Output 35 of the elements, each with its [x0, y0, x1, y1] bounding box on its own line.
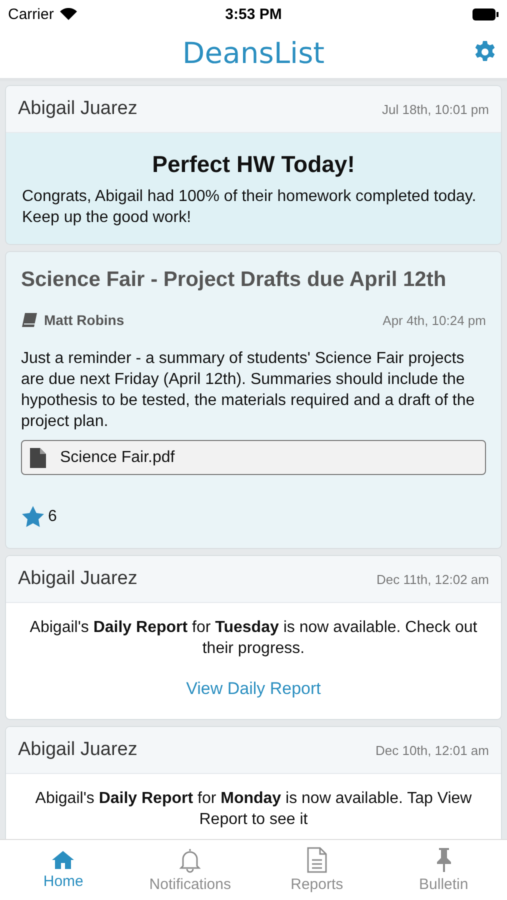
post-title: Science Fair - Project Drafts due April 12th — [21, 268, 448, 292]
settings-icon — [473, 40, 497, 64]
post-body: Just a reminder - a summary of students' Science Fair projects are due next Friday (April 12th). Summaries should include the hypothesis to be tested, the materials required and a draft of the project plan. — [21, 349, 476, 432]
student-name: Abigail Juarez — [18, 739, 138, 761]
tab-bar-item[interactable]: Bulletin — [380, 840, 507, 900]
settings-button[interactable] — [473, 40, 497, 64]
wifi-icon — [60, 8, 77, 20]
post-date: Dec 10th, 12:01 am — [376, 742, 489, 758]
star-icon[interactable] — [21, 505, 45, 528]
report-message: Abigail's Daily Report for Tuesday is now available. Check out their progress. — [28, 618, 478, 659]
view-report-link[interactable]: View Daily Report — [186, 679, 321, 699]
report-message: Abigail's Daily Report for Monday is now available. Tap View Report to see it — [34, 789, 473, 830]
pushpin-icon — [434, 847, 453, 873]
tab-bar-item[interactable]: Reports — [254, 840, 380, 900]
document-icon — [306, 847, 328, 873]
post-date: Apr 4th, 10:24 pm — [382, 312, 486, 328]
attachment-button[interactable]: Science Fair.pdf — [21, 440, 486, 475]
bell-icon — [179, 847, 202, 873]
post-date: Jul 18th, 10:01 pm — [382, 102, 489, 116]
like-count: 6 — [48, 508, 57, 526]
achievement-title: Perfect HW Today! — [151, 151, 356, 178]
file-icon — [30, 448, 46, 468]
carrier-label: Carrier — [8, 6, 54, 22]
tab-bar-item[interactable]: Notifications — [126, 840, 254, 900]
home-icon — [51, 850, 76, 870]
book-icon — [21, 312, 38, 328]
author-name: Matt Robins — [44, 312, 124, 328]
status-time: 3:53 PM — [225, 6, 282, 22]
tab-bar-item[interactable]: Home — [0, 840, 127, 900]
battery-icon — [472, 8, 499, 20]
achievement-message: Congrats, Abigail had 100% of their homework completed today. Keep up the good work! — [22, 187, 478, 228]
post-date: Dec 11th, 12:02 am — [376, 572, 489, 586]
student-name: Abigail Juarez — [18, 568, 138, 590]
app-title: DeansList — [182, 36, 325, 70]
student-name: Abigail Juarez — [18, 98, 138, 120]
